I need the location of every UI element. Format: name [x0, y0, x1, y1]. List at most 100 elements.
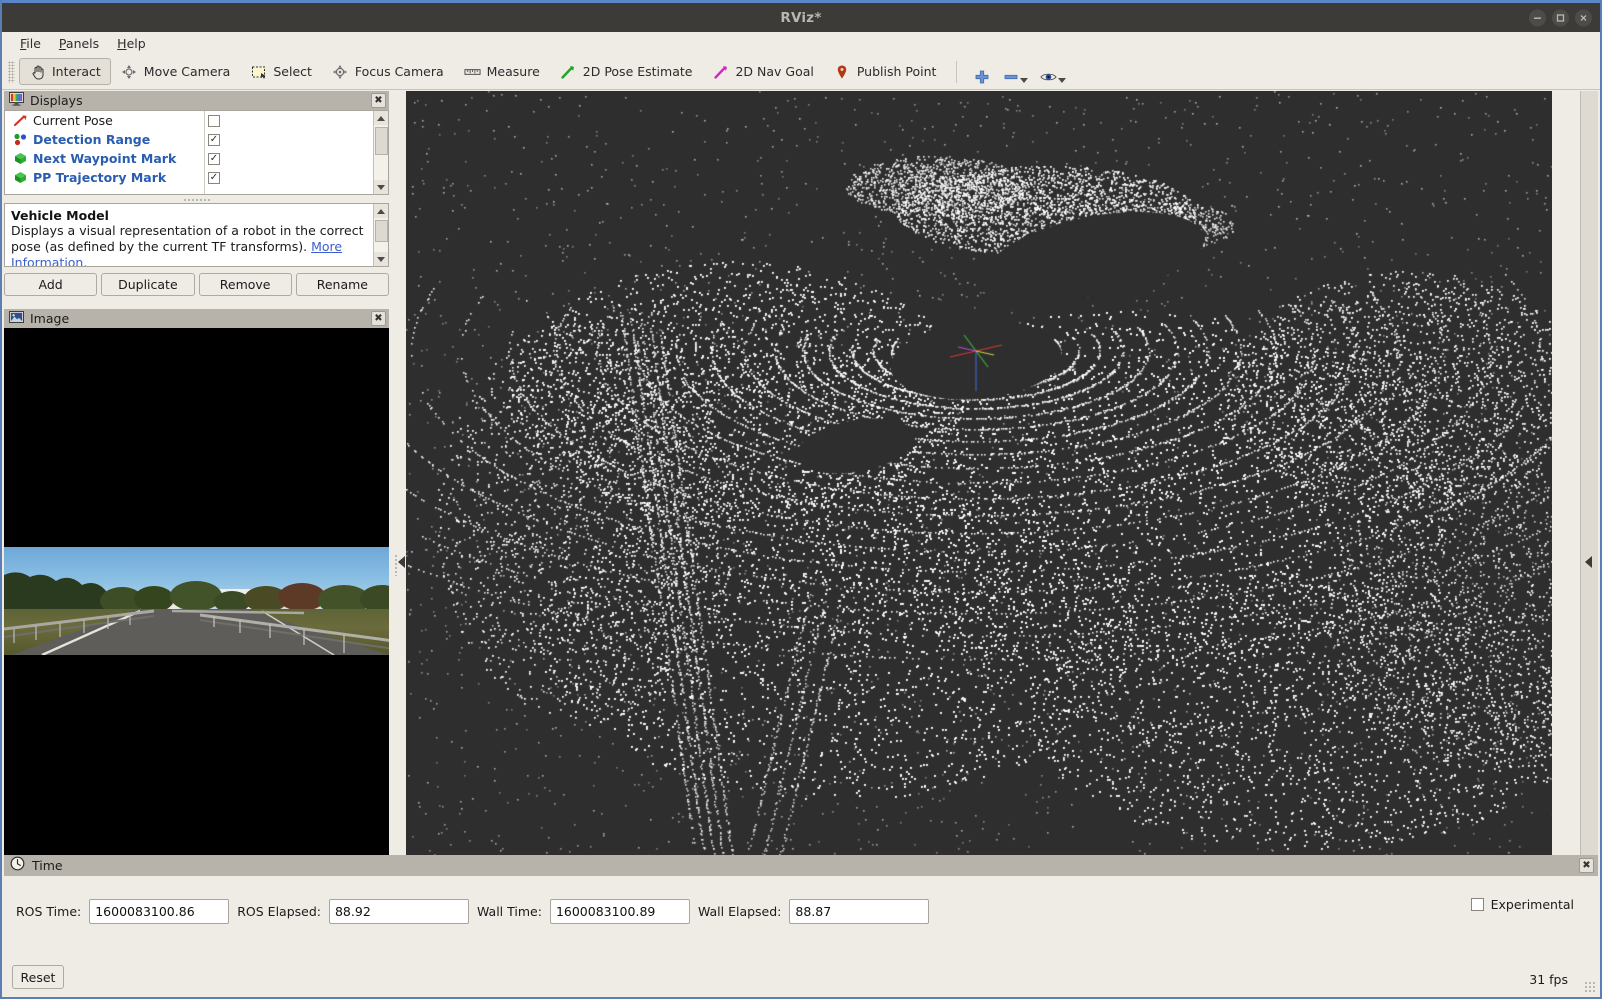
image-panel-title: Image — [30, 311, 70, 326]
tree-item-label: Current Pose — [33, 113, 113, 128]
toolbar-grip[interactable] — [8, 60, 15, 83]
image-panel-icon — [9, 309, 24, 328]
ros-elapsed-label: ROS Elapsed: — [237, 904, 321, 919]
tool-2d-nav-goal-label: 2D Nav Goal — [735, 64, 814, 79]
tool-2d-nav-goal[interactable]: 2D Nav Goal — [702, 58, 823, 85]
tree-checkbox-cell: ✓ — [205, 168, 365, 187]
image-panel-header: Image ✖ — [4, 309, 389, 328]
menu-panels[interactable]: Panels — [51, 34, 107, 53]
description-scrollbar[interactable] — [373, 204, 388, 266]
select-rectangle-icon — [250, 63, 267, 80]
tool-interact[interactable]: Interact — [19, 58, 111, 85]
scroll-track[interactable] — [373, 125, 388, 180]
window-titlebar: RViz* — [2, 0, 1600, 32]
tree-checkbox-cell: ✓ — [205, 130, 365, 149]
checkbox-current-pose[interactable] — [208, 114, 220, 127]
resize-grip[interactable] — [1584, 981, 1595, 992]
expand-right-panel-icon[interactable] — [1585, 556, 1592, 568]
wall-elapsed-input[interactable]: 88.87 — [789, 899, 930, 924]
reset-button[interactable]: Reset — [12, 965, 64, 989]
tool-focus-camera[interactable]: Focus Camera — [322, 58, 454, 85]
minimize-icon[interactable] — [1529, 9, 1546, 26]
collapse-left-panel-icon[interactable] — [398, 556, 405, 568]
scroll-track[interactable] — [373, 218, 388, 252]
tool-2d-pose-estimate-label: 2D Pose Estimate — [582, 64, 693, 79]
tool-2d-pose-estimate[interactable]: 2D Pose Estimate — [550, 58, 703, 85]
right-dock-strip[interactable] — [1580, 91, 1598, 855]
displays-tree[interactable]: Current Pose Detection Range Next Waypoi… — [4, 110, 389, 195]
tool-move-camera[interactable]: Move Camera — [111, 58, 241, 85]
tool-select-label: Select — [273, 64, 312, 79]
scroll-up-icon[interactable] — [373, 111, 388, 125]
checkbox-next-waypoint-mark[interactable]: ✓ — [208, 152, 220, 165]
markers-icon — [13, 133, 33, 146]
image-panel: Image ✖ — [4, 309, 389, 855]
ros-time-input[interactable]: 1600083100.86 — [89, 899, 230, 924]
tool-move-camera-label: Move Camera — [143, 64, 231, 79]
menu-help[interactable]: Help — [109, 34, 154, 53]
camera-image-view[interactable] — [4, 328, 389, 855]
wall-time-label: Wall Time: — [476, 904, 542, 919]
experimental-checkbox[interactable] — [1470, 898, 1484, 911]
checkbox-detection-range[interactable]: ✓ — [208, 133, 220, 146]
tool-publish-point[interactable]: Publish Point — [824, 58, 947, 85]
tree-checkbox-cell: ✓ — [205, 149, 365, 168]
scroll-thumb[interactable] — [374, 220, 388, 242]
zoom-in-button[interactable] — [967, 58, 996, 85]
tree-item-label: PP Trajectory Mark — [33, 170, 167, 185]
displays-panel-header: Displays ✖ — [4, 91, 389, 110]
ros-time-label: ROS Time: — [16, 904, 82, 919]
tool-measure[interactable]: Measure — [454, 58, 550, 85]
close-icon[interactable] — [1575, 9, 1592, 26]
scroll-thumb[interactable] — [374, 127, 388, 155]
left-dock: Displays ✖ Current Pose Detection Range … — [4, 91, 389, 855]
tool-publish-point-label: Publish Point — [856, 64, 937, 79]
remove-display-button[interactable]: Remove — [198, 273, 292, 296]
camera-photo — [4, 547, 389, 655]
minus-icon — [1002, 68, 1019, 85]
pointcloud-canvas[interactable] — [406, 91, 1552, 855]
experimental-toggle[interactable]: Experimental — [1470, 897, 1574, 912]
tool-interact-label: Interact — [52, 64, 101, 79]
maximize-icon[interactable] — [1552, 9, 1569, 26]
zoom-out-button[interactable] — [996, 58, 1034, 85]
window-title: RViz* — [780, 9, 822, 26]
tree-checkbox-cell — [205, 111, 365, 130]
displays-panel-icon — [9, 91, 24, 110]
tool-measure-label: Measure — [486, 64, 540, 79]
photo-guardrails — [4, 609, 389, 653]
wall-time-input[interactable]: 1600083100.89 — [549, 899, 690, 924]
splitter-grip[interactable] — [394, 554, 397, 576]
image-panel-close-icon[interactable]: ✖ — [371, 311, 386, 326]
scroll-down-icon[interactable] — [373, 252, 388, 266]
scroll-up-icon[interactable] — [373, 204, 388, 218]
tool-select[interactable]: Select — [240, 58, 322, 85]
tool-focus-camera-label: Focus Camera — [354, 64, 444, 79]
time-panel-title: Time — [32, 858, 63, 873]
rename-display-button[interactable]: Rename — [295, 273, 389, 296]
ros-elapsed-input[interactable]: 88.92 — [328, 899, 469, 924]
tree-item-label: Detection Range — [33, 132, 151, 147]
scroll-down-icon[interactable] — [373, 180, 388, 194]
displays-panel-close-icon[interactable]: ✖ — [371, 93, 386, 108]
displays-splitter[interactable] — [4, 195, 389, 203]
duplicate-display-button[interactable]: Duplicate — [101, 273, 195, 296]
menu-file-rest: ile — [26, 35, 41, 51]
left-dock-splitter[interactable] — [390, 91, 405, 855]
ruler-icon — [464, 63, 481, 80]
menu-file[interactable]: File — [12, 34, 49, 53]
render-viewport-3d[interactable] — [406, 91, 1552, 855]
add-display-button[interactable]: Add — [4, 273, 98, 296]
visibility-button[interactable] — [1034, 58, 1072, 85]
displays-tree-scrollbar[interactable] — [373, 111, 388, 194]
chevron-down-icon[interactable] — [1058, 78, 1067, 83]
rviz-window: RViz* File Panels Help Interact Move Cam… — [0, 0, 1602, 999]
time-panel-close-icon[interactable]: ✖ — [1579, 858, 1594, 873]
experimental-label: Experimental — [1490, 897, 1574, 912]
checkbox-pp-trajectory-mark[interactable]: ✓ — [208, 171, 220, 184]
time-panel: Time ✖ ROS Time: 1600083100.86 ROS Elaps… — [4, 855, 1598, 995]
pose-arrow-icon — [13, 114, 33, 127]
chevron-down-icon[interactable] — [1020, 78, 1029, 83]
window-controls — [1529, 9, 1592, 26]
menubar: File Panels Help — [2, 32, 1600, 54]
